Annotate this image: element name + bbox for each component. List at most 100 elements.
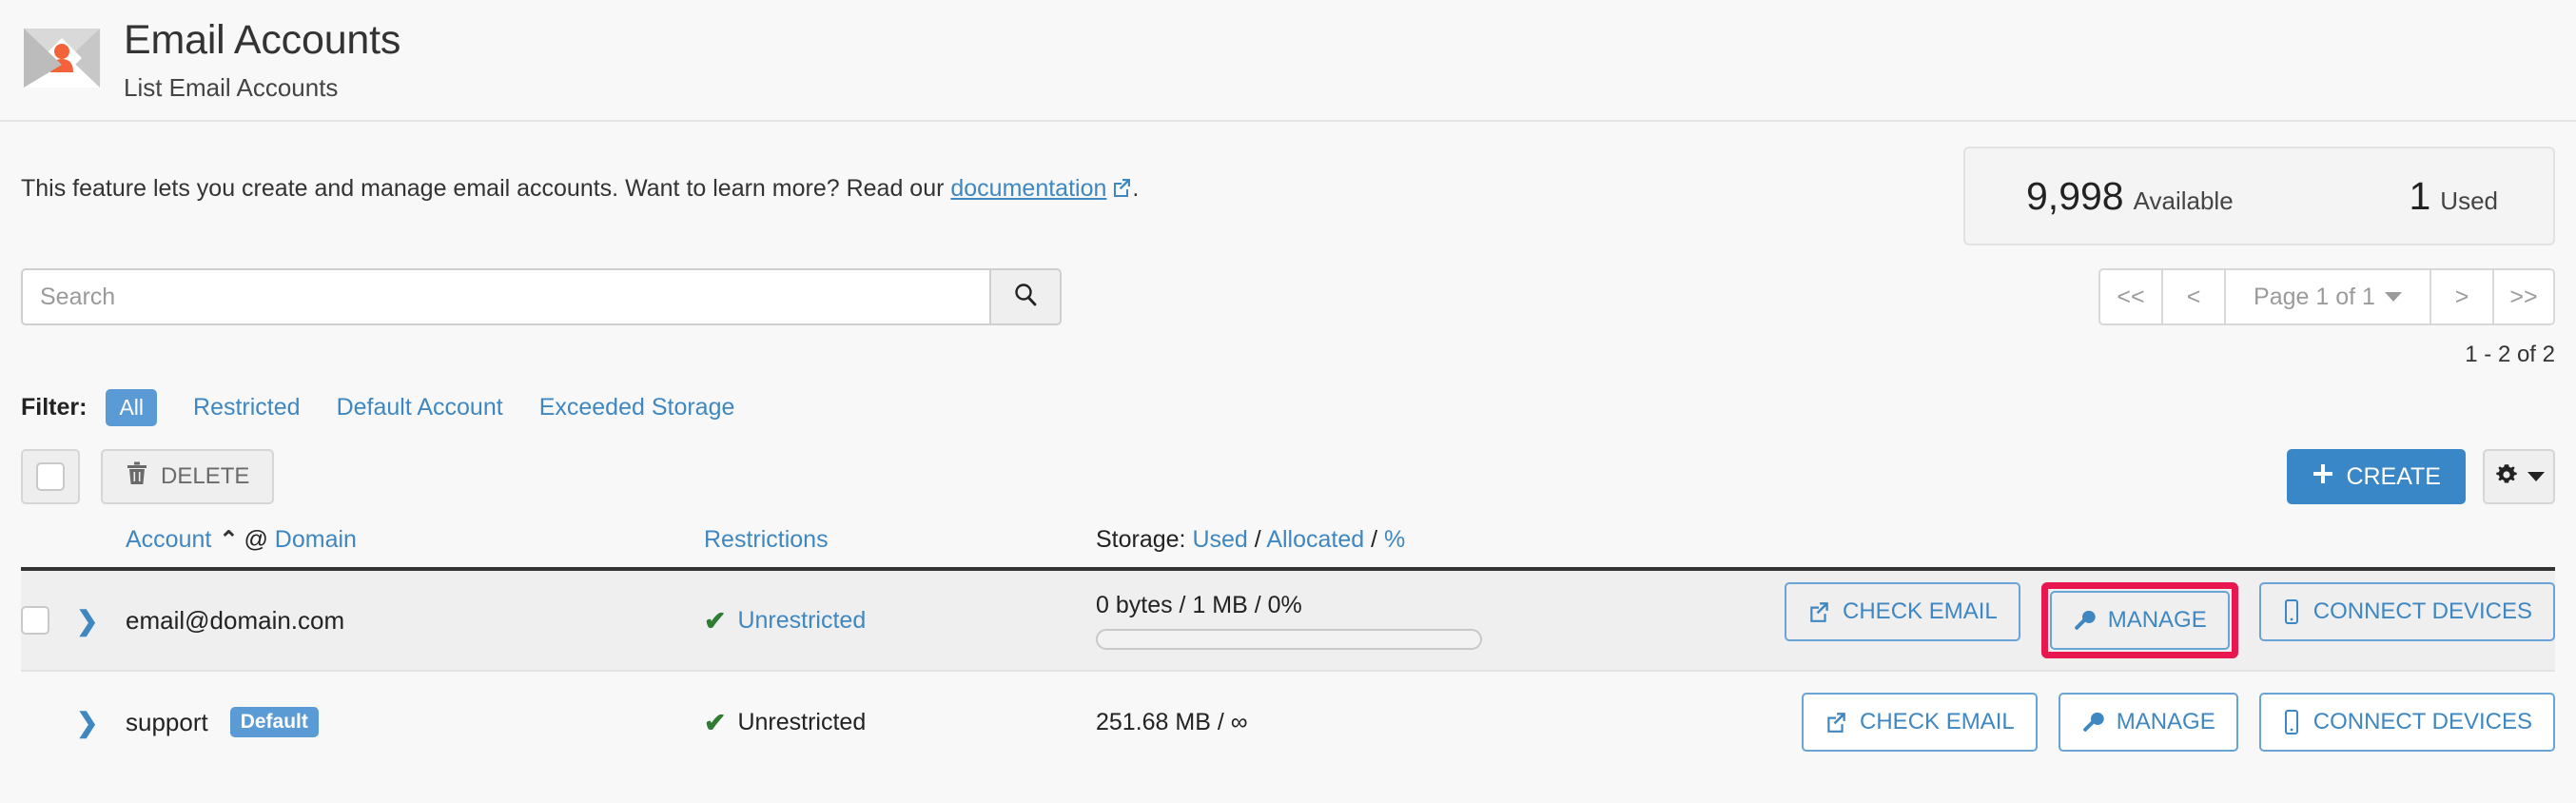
row-storage-cell: 0 bytes / 1 MB / 0% <box>1096 592 1714 650</box>
sort-by-domain-link[interactable]: Domain <box>275 526 357 553</box>
search-input[interactable] <box>21 268 989 325</box>
page-selector-label: Page 1 of 1 <box>2254 283 2375 310</box>
row-account-cell: email@domain.com <box>126 606 704 636</box>
account-name: support <box>126 708 208 736</box>
manage-button[interactable]: MANAGE <box>2049 591 2230 650</box>
intro-row: This feature lets you create and manage … <box>0 122 2576 245</box>
storage-label: Storage: <box>1096 525 1186 553</box>
gear-icon <box>2493 461 2520 493</box>
email-accounts-page: Email Accounts List Email Accounts This … <box>0 0 2576 803</box>
bulk-actions-group: DELETE <box>21 449 275 504</box>
check-email-button[interactable]: CHECK EMAIL <box>1802 693 2038 752</box>
account-name: email@domain.com <box>126 605 345 635</box>
chevron-right-icon[interactable]: ❯ <box>76 606 98 636</box>
delete-button-label: DELETE <box>161 463 250 489</box>
filter-option-all[interactable]: All <box>106 389 158 426</box>
header-restrictions-cell: Restrictions <box>704 526 1096 554</box>
settings-dropdown-button[interactable] <box>2483 449 2555 504</box>
storage-usage-text: 0 bytes / 1 MB / 0% <box>1096 591 1302 618</box>
select-all-container[interactable] <box>21 449 80 504</box>
row-restrictions-cell: ✔ Unrestricted <box>704 605 1096 637</box>
filter-label: Filter: <box>21 394 88 421</box>
at-separator: @ <box>244 525 268 553</box>
manage-label: MANAGE <box>2107 607 2207 633</box>
sort-by-used-link[interactable]: Used <box>1192 526 1247 553</box>
sort-by-allocated-link[interactable]: Allocated <box>1266 526 1364 553</box>
row-actions-cell: CHECK EMAIL MANAGE CONNECT DEVICES <box>1714 693 2555 752</box>
check-email-label: CHECK EMAIL <box>1843 598 1998 624</box>
table-header-row: Account ⌃ @ Domain Restrictions Storage: U… <box>21 525 2555 571</box>
check-email-button[interactable]: CHECK EMAIL <box>1785 582 2020 641</box>
page-selector-dropdown[interactable]: Page 1 of 1 <box>2224 268 2430 325</box>
previous-page-button[interactable]: < <box>2161 268 2224 325</box>
used-count: 1 <box>2409 173 2431 218</box>
chevron-down-icon <box>2527 472 2545 481</box>
connect-devices-button[interactable]: CONNECT DEVICES <box>2258 693 2555 752</box>
select-all-checkbox[interactable] <box>36 462 65 491</box>
delete-button[interactable]: DELETE <box>101 449 275 504</box>
connect-devices-label: CONNECT DEVICES <box>2313 709 2532 734</box>
external-link-icon <box>1807 600 1830 623</box>
sort-by-percent-link[interactable]: % <box>1384 526 1405 553</box>
storage-progress-bar <box>1096 628 1482 650</box>
page-title: Email Accounts <box>124 17 401 63</box>
last-page-button[interactable]: >> <box>2492 268 2555 325</box>
row-expand-cell: ❯ <box>76 707 126 738</box>
next-page-button[interactable]: > <box>2430 268 2492 325</box>
mobile-device-icon <box>2282 710 2301 734</box>
table-row: ❯ support Default ✔ Unrestricted 251.68 … <box>21 672 2555 773</box>
row-actions-cell: CHECK EMAIL MANAGE CONNECT DEVICES <box>1714 582 2555 658</box>
row-select-checkbox[interactable] <box>21 606 49 635</box>
used-stat: 1 Used <box>2409 174 2521 219</box>
restriction-status[interactable]: Unrestricted <box>737 607 866 635</box>
filter-option-default-account[interactable]: Default Account <box>337 394 503 421</box>
row-storage-cell: 251.68 MB / ∞ <box>1096 709 1714 736</box>
green-check-icon: ✔ <box>704 707 727 737</box>
wrench-icon <box>2081 711 2104 734</box>
page-subtitle: List Email Accounts <box>124 73 339 103</box>
result-range-label: 1 - 2 of 2 <box>2465 342 2555 367</box>
search-button[interactable] <box>989 268 1062 325</box>
trash-icon <box>126 461 148 493</box>
row-expand-cell: ❯ <box>76 605 126 637</box>
chevron-down-icon <box>2384 292 2402 302</box>
feature-description: This feature lets you create and manage … <box>21 147 1139 203</box>
connect-devices-button[interactable]: CONNECT DEVICES <box>2258 582 2555 641</box>
green-check-icon: ✔ <box>704 605 727 636</box>
search-icon <box>1011 281 1040 314</box>
sort-by-account-link[interactable]: Account <box>126 526 211 553</box>
search-group <box>21 268 1062 325</box>
wrench-icon <box>2073 609 2096 632</box>
primary-actions-group: CREATE <box>2287 449 2555 504</box>
description-text: This feature lets you create and manage … <box>21 175 951 202</box>
storage-usage-text: 251.68 MB / ∞ <box>1096 708 1248 735</box>
header-account-cell: Account ⌃ @ Domain <box>126 526 704 554</box>
create-button[interactable]: CREATE <box>2287 449 2466 504</box>
page-header: Email Accounts List Email Accounts <box>0 0 2576 122</box>
manage-button-highlight: MANAGE <box>2040 582 2238 658</box>
pagination-block: << < Page 1 of 1 > >> 1 - 2 of 2 <box>2098 268 2555 368</box>
plus-icon <box>2312 462 2334 492</box>
sort-by-restrictions-link[interactable]: Restrictions <box>704 526 829 553</box>
storage-separator-2: / <box>1371 525 1378 553</box>
header-storage-cell: Storage: Used / Allocated / % <box>1096 526 1714 554</box>
available-label: Available <box>2133 186 2234 215</box>
table-row: ❯ email@domain.com ✔ Unrestricted 0 byte… <box>21 571 2555 672</box>
mobile-device-icon <box>2282 599 2301 624</box>
first-page-button[interactable]: << <box>2098 268 2161 325</box>
manage-label: MANAGE <box>2116 709 2215 734</box>
check-email-label: CHECK EMAIL <box>1860 709 2015 734</box>
create-button-label: CREATE <box>2346 462 2441 490</box>
row-checkbox-cell <box>21 606 76 635</box>
documentation-link[interactable]: documentation <box>950 175 1106 202</box>
manage-button[interactable]: MANAGE <box>2058 693 2238 752</box>
row-account-cell: support Default <box>126 707 704 737</box>
available-stat: 9,998 Available <box>1998 174 2409 219</box>
chevron-right-icon[interactable]: ❯ <box>76 708 98 737</box>
external-link-icon <box>1111 177 1132 198</box>
filter-option-restricted[interactable]: Restricted <box>193 394 301 421</box>
restriction-status: Unrestricted <box>737 708 867 735</box>
filter-option-exceeded-storage[interactable]: Exceeded Storage <box>539 394 735 421</box>
action-toolbar: DELETE CREATE <box>0 426 2576 504</box>
available-count: 9,998 <box>2026 173 2124 218</box>
